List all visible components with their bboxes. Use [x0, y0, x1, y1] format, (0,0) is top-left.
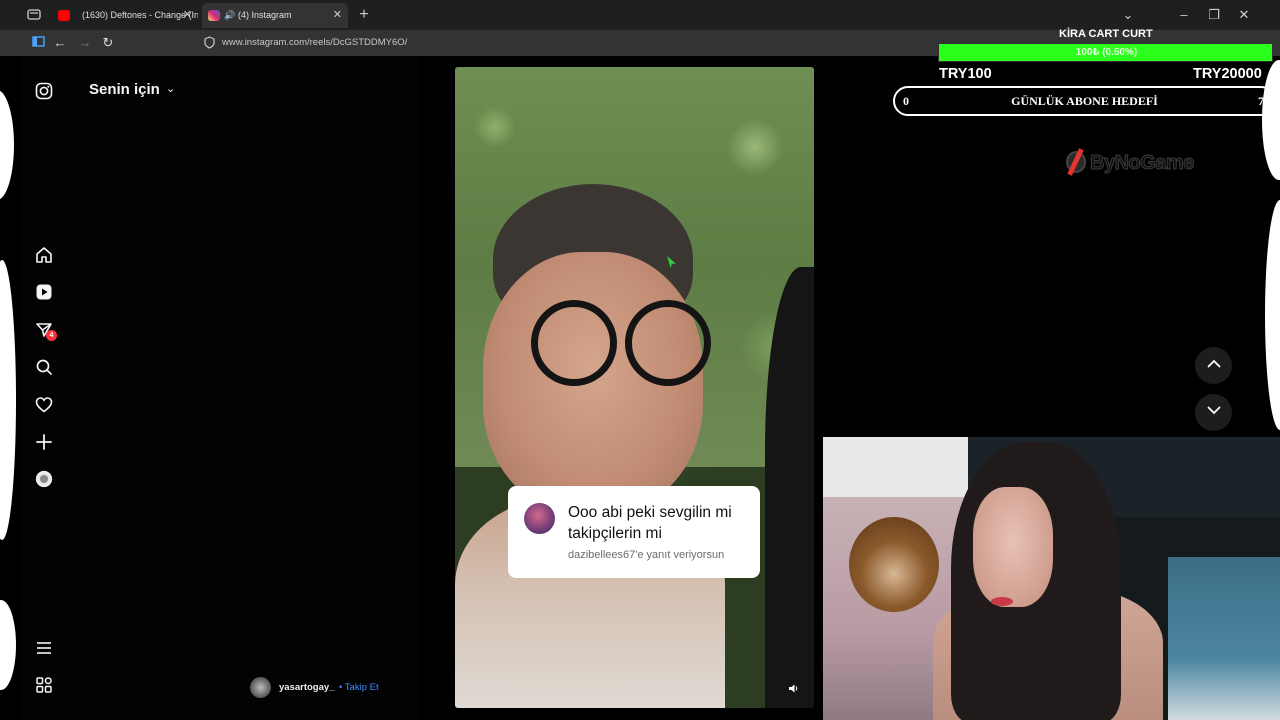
reel-video[interactable] [455, 67, 814, 708]
video-glasses [625, 300, 711, 386]
webcam-person-face [973, 487, 1053, 607]
notification-badge: 4 [46, 330, 57, 341]
tab-instagram[interactable]: 🔊 (4) Instagram ✕ [202, 3, 348, 28]
tab-youtube[interactable]: (1630) Deftones - Change (In T ✕ [52, 3, 198, 28]
sidebar-toggle-icon[interactable] [30, 35, 46, 51]
tab-title: (4) Instagram [238, 10, 292, 20]
video-person-background [765, 267, 814, 708]
youtube-icon [58, 10, 70, 21]
chevron-down-icon[interactable]: ⌄ [1120, 7, 1136, 23]
avatar [524, 503, 555, 534]
instagram-logo-icon[interactable] [35, 82, 53, 100]
donation-goal-min: TRY100 [939, 66, 992, 82]
volume-icon[interactable] [788, 683, 800, 695]
chevron-down-icon [1207, 406, 1220, 415]
overlay-frame-decoration [0, 600, 16, 690]
chevron-up-icon [1207, 359, 1220, 368]
back-icon[interactable]: ← [52, 35, 68, 51]
home-icon[interactable] [35, 246, 53, 264]
webcam-feed [823, 437, 1280, 720]
webcam-background [1168, 557, 1280, 720]
comment-reply-sticker: Ooo abi peki sevgilin mi takipçilerin mi… [508, 486, 760, 578]
comment-reply-note: dazibellees67'e yanıt veriyorsun [568, 549, 725, 561]
forward-icon[interactable]: → [77, 35, 93, 51]
webcam-person-lips [991, 597, 1013, 606]
webcam-plush-toy [849, 517, 939, 612]
overlay-frame-decoration [0, 90, 14, 200]
reload-icon[interactable]: ↻ [100, 35, 116, 51]
avatar[interactable] [250, 677, 271, 698]
subscriber-goal-current: 0 [903, 94, 909, 108]
author-username[interactable]: yasartogay_ [279, 682, 334, 693]
url-field[interactable]: www.instagram.com/reels/DcGSTDDMY6O/ [222, 37, 407, 48]
previous-reel-button[interactable] [1195, 347, 1232, 384]
video-glasses [531, 300, 617, 386]
overlay-frame-decoration [0, 260, 16, 540]
brand-name: ByNoGame [1090, 152, 1195, 175]
restore-icon[interactable]: ❐ [1206, 7, 1222, 23]
instagram-icon [208, 10, 220, 21]
comment-text: Ooo abi peki sevgilin mi takipçilerin mi [568, 504, 732, 542]
reels-icon[interactable] [35, 283, 53, 301]
menu-icon[interactable] [35, 639, 53, 657]
subscriber-goal: GÜNLÜK ABONE HEDEFİ 0 7 [893, 86, 1276, 116]
feed-title[interactable]: Senin için [89, 81, 160, 98]
browser-tab-bar: (1630) Deftones - Change (In T ✕ 🔊 (4) I… [0, 0, 1280, 30]
subscriber-goal-target: 7 [1258, 94, 1264, 108]
search-icon[interactable] [35, 358, 53, 376]
site-info-icon[interactable] [204, 36, 215, 49]
follow-button[interactable]: • Takip Et [339, 682, 379, 693]
chevron-down-icon[interactable]: ⌄ [166, 82, 175, 95]
tab-title: (1630) Deftones - Change (In T [82, 10, 198, 20]
close-tab-icon[interactable]: ✕ [183, 3, 192, 28]
donation-goal-percent: 100₺ (0.50%) [1075, 47, 1138, 58]
profile-avatar-icon[interactable] [35, 470, 53, 488]
donation-goal-title: KİRA CART CURT [1059, 28, 1153, 40]
create-icon[interactable] [35, 433, 53, 451]
instagram-sidebar [20, 56, 420, 720]
heart-icon[interactable] [35, 396, 53, 414]
subscriber-goal-label: GÜNLÜK ABONE HEDEFİ [1011, 94, 1158, 108]
donation-goal-max: TRY20000 [1193, 66, 1262, 82]
close-window-icon[interactable]: ✕ [1236, 7, 1252, 23]
tab-actions-icon[interactable] [26, 7, 42, 23]
minimize-icon[interactable]: – [1176, 7, 1192, 23]
close-tab-icon[interactable]: ✕ [333, 3, 342, 28]
speaker-icon[interactable]: 🔊 [224, 3, 235, 28]
more-apps-icon[interactable] [35, 676, 53, 694]
next-reel-button[interactable] [1195, 394, 1232, 431]
donation-goal-bar: 100₺ (0.50%) [938, 43, 1273, 62]
new-tab-icon[interactable]: + [356, 7, 372, 23]
